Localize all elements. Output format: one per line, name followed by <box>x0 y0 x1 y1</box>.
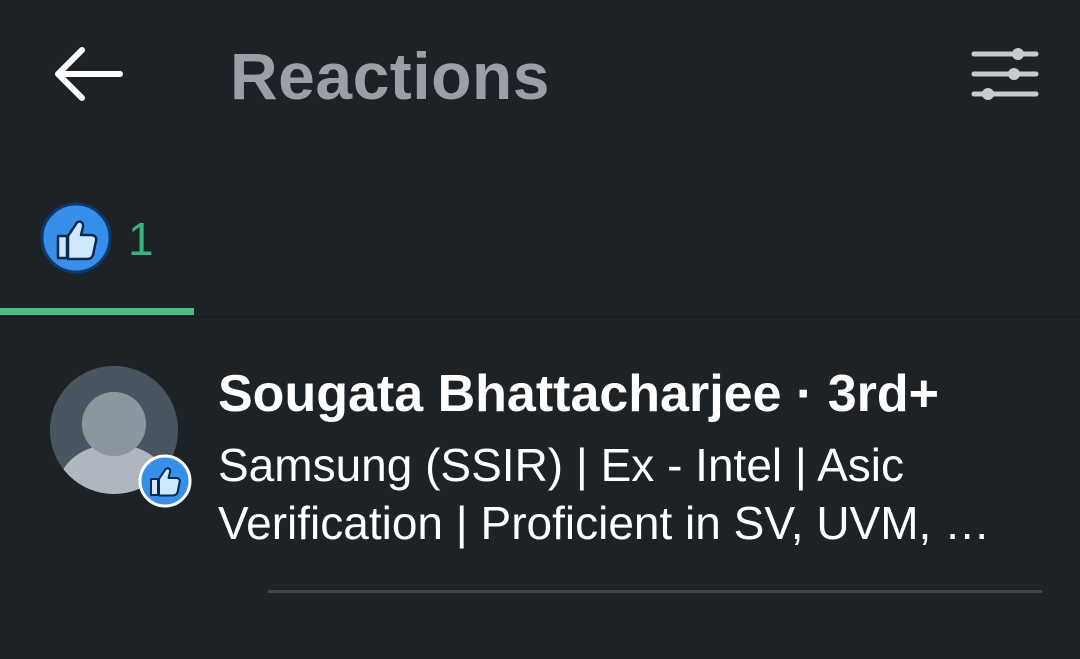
sliders-icon <box>971 48 1039 100</box>
filter-button[interactable] <box>955 32 1055 116</box>
list-item[interactable]: Sougata Bhattacharjee · 3rd+ Samsung (SS… <box>0 318 1080 608</box>
header: Reactions <box>0 0 1080 150</box>
like-icon <box>138 454 192 508</box>
reactor-headline: Samsung (SSIR) | Ex - Intel | Asic Verif… <box>218 439 991 549</box>
like-icon <box>40 202 112 274</box>
row-divider <box>268 590 1042 593</box>
back-button[interactable] <box>40 30 136 118</box>
reactor-name: Sougata Bhattacharjee · 3rd+ <box>218 365 939 423</box>
tab-like[interactable]: 1 <box>0 180 194 316</box>
page-title: Reactions <box>230 39 550 113</box>
arrow-left-icon <box>55 47 123 101</box>
reaction-tabs: 1 <box>0 180 1080 316</box>
selected-tab-indicator <box>0 308 194 315</box>
reactions-screen: Reactions 1 Sougata Bhattacharjee · 3rd+… <box>0 0 1080 659</box>
tab-like-count: 1 <box>128 213 154 265</box>
